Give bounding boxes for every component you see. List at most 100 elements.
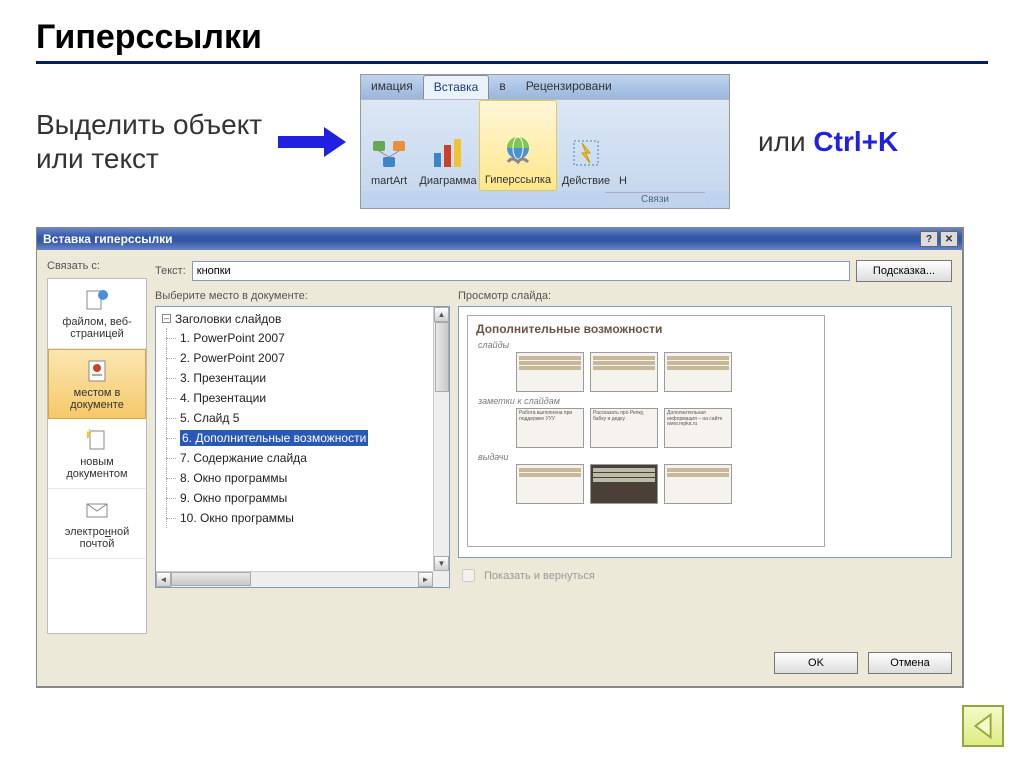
preview-thumb	[590, 464, 658, 504]
intro-text: Выделить объект или текст	[36, 108, 266, 175]
dialog-titlebar[interactable]: Вставка гиперссылки ? ✕	[37, 228, 962, 250]
cancel-button[interactable]: Отмена	[868, 652, 952, 674]
smartart-icon	[369, 133, 409, 173]
new-doc-icon	[83, 427, 111, 453]
slide-preview-content: Дополнительные возможности слайды заметк…	[467, 315, 825, 547]
tree-item-label: 8. Окно программы	[180, 471, 287, 485]
tree-item-label: 4. Презентации	[180, 391, 266, 405]
tree-item[interactable]: 3. Презентации	[158, 368, 433, 388]
dialog-title: Вставка гиперссылки	[43, 232, 173, 246]
sidebar-email-label: электронной почтой	[50, 526, 144, 550]
preview-thumb	[516, 464, 584, 504]
arrow-icon	[278, 127, 348, 157]
tree-root-node[interactable]: – Заголовки слайдов	[158, 309, 433, 328]
ok-button[interactable]: OK	[774, 652, 858, 674]
tree-label: Выберите место в документе:	[155, 290, 450, 302]
tree-item[interactable]: 5. Слайд 5	[158, 408, 433, 428]
scroll-down-icon[interactable]: ▼	[434, 556, 449, 571]
preview-thumb	[664, 352, 732, 392]
link-to-label: Связать с:	[47, 260, 147, 272]
preview-note-thumb: Дополнительная информация – на сайте www…	[664, 408, 732, 448]
preview-slide-title: Дополнительные возможности	[476, 322, 816, 336]
ribbon-chart-label: Диаграмма	[419, 175, 476, 187]
preview-section-notes: заметки к слайдам	[478, 396, 816, 406]
screentip-button[interactable]: Подсказка...	[856, 260, 952, 282]
ribbon-tab-animation[interactable]: имация	[361, 75, 423, 99]
link-to-sidebar: файлом, веб-страницей местом в документе…	[47, 278, 147, 634]
ribbon-next-label: Н	[619, 175, 627, 187]
sidebar-place-doc[interactable]: местом в документе	[48, 349, 146, 419]
shortcut-text: Ctrl+K	[813, 126, 898, 157]
ribbon-hyperlink-label: Гиперссылка	[485, 174, 551, 186]
tree-item-label: 5. Слайд 5	[180, 411, 239, 425]
tree-item[interactable]: 4. Презентации	[158, 388, 433, 408]
tree-item-label: 6. Дополнительные возможности	[180, 430, 368, 446]
tree-item[interactable]: 1. PowerPoint 2007	[158, 328, 433, 348]
ribbon-smartart[interactable]: martArt	[361, 100, 417, 191]
scroll-right-icon[interactable]: ►	[418, 572, 433, 587]
collapse-icon[interactable]: –	[162, 314, 171, 323]
tree-item[interactable]: 9. Окно программы	[158, 488, 433, 508]
tree-vertical-scrollbar[interactable]: ▲ ▼	[433, 307, 449, 571]
email-icon	[83, 497, 111, 523]
place-doc-icon	[83, 358, 111, 384]
ribbon-tab-insert[interactable]: Вставка	[423, 75, 490, 99]
scroll-up-icon[interactable]: ▲	[434, 307, 449, 322]
tree-item-label: 3. Презентации	[180, 371, 266, 385]
help-button[interactable]: ?	[920, 231, 938, 247]
ribbon-group-label: Связи	[605, 192, 705, 206]
or-shortcut: или Ctrl+K	[742, 126, 898, 158]
scroll-thumb[interactable]	[171, 572, 251, 586]
sidebar-email[interactable]: электронной почтой	[48, 489, 146, 559]
ribbon-tab-unknown[interactable]: в	[489, 75, 515, 99]
ribbon-fragment: имация Вставка в Рецензировани martArt Д…	[360, 74, 730, 209]
page-title: Гиперссылки	[36, 18, 988, 57]
display-text-input[interactable]	[192, 261, 850, 281]
preview-section-handouts: выдачи	[478, 452, 816, 462]
back-nav-button[interactable]	[962, 705, 1004, 747]
insert-hyperlink-dialog: Вставка гиперссылки ? ✕ Связать с: файло…	[36, 227, 964, 688]
sidebar-new-doc[interactable]: новым документом	[48, 419, 146, 489]
show-return-checkbox	[462, 569, 475, 582]
slide-preview: Дополнительные возможности слайды заметк…	[458, 306, 952, 558]
tree-item-label: 7. Содержание слайда	[180, 451, 307, 465]
show-return-label: Показать и вернуться	[484, 570, 595, 582]
preview-thumb	[590, 352, 658, 392]
preview-thumb	[664, 464, 732, 504]
document-places-tree[interactable]: – Заголовки слайдов 1. PowerPoint 2007 2…	[155, 306, 450, 588]
scroll-left-icon[interactable]: ◄	[156, 572, 171, 587]
action-icon	[566, 133, 606, 173]
chart-icon	[428, 133, 468, 173]
ribbon-action-label: Действие	[562, 175, 610, 187]
sidebar-new-doc-label: новым документом	[50, 456, 144, 480]
ribbon-tab-review[interactable]: Рецензировани	[516, 75, 622, 99]
close-button[interactable]: ✕	[940, 231, 958, 247]
tree-item-label: 1. PowerPoint 2007	[180, 331, 285, 345]
scroll-thumb[interactable]	[435, 322, 449, 392]
ribbon-chart[interactable]: Диаграмма	[417, 100, 479, 191]
tree-item[interactable]: 8. Окно программы	[158, 468, 433, 488]
title-rule	[36, 61, 988, 64]
globe-link-icon	[498, 132, 538, 172]
sidebar-file-web[interactable]: файлом, веб-страницей	[48, 279, 146, 349]
ribbon-next[interactable]: Н	[615, 100, 631, 191]
sidebar-place-doc-label: местом в документе	[51, 387, 143, 411]
or-text: или	[758, 126, 813, 157]
preview-label: Просмотр слайда:	[458, 290, 952, 302]
tree-item-selected[interactable]: 6. Дополнительные возможности	[158, 428, 433, 448]
tree-item[interactable]: 7. Содержание слайда	[158, 448, 433, 468]
text-label: Текст:	[155, 265, 186, 277]
scroll-corner	[433, 571, 449, 587]
ribbon-hyperlink[interactable]: Гиперссылка	[479, 100, 557, 191]
file-web-icon	[83, 287, 111, 313]
preview-note-thumb: Рассказать про Репку, бабку и дедку	[590, 408, 658, 448]
ribbon-smartart-label: martArt	[371, 175, 407, 187]
tree-horizontal-scrollbar[interactable]: ◄ ►	[156, 571, 433, 587]
tree-item[interactable]: 2. PowerPoint 2007	[158, 348, 433, 368]
sidebar-file-web-label: файлом, веб-страницей	[50, 316, 144, 340]
tree-item-label: 10. Окно программы	[180, 511, 294, 525]
tree-item-label: 2. PowerPoint 2007	[180, 351, 285, 365]
tree-item[interactable]: 10. Окно программы	[158, 508, 433, 528]
preview-section-slides: слайды	[478, 340, 816, 350]
preview-note-thumb: Работа выполнена при поддержке УУУ	[516, 408, 584, 448]
